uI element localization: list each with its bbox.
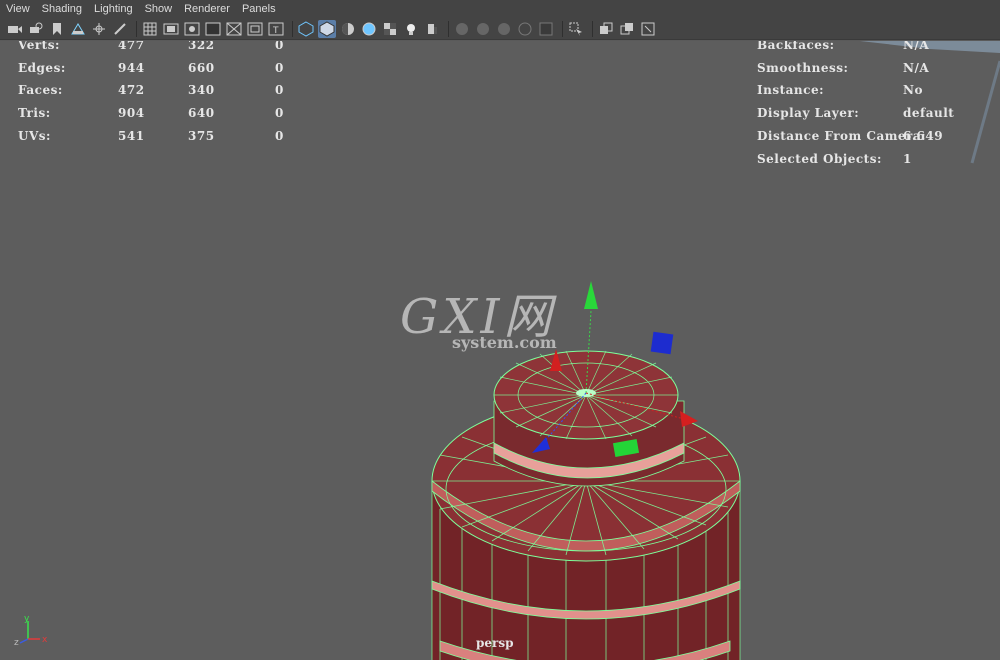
menu-show[interactable]: Show [139, 0, 179, 18]
axis-z-label: z [14, 638, 19, 647]
hud-label: Backfaces: [757, 41, 835, 52]
xray-joints-icon[interactable] [567, 20, 585, 38]
resolution-gate-icon[interactable] [183, 20, 201, 38]
axis-y-label: y [24, 614, 30, 624]
hud-label: Distance From Camera: [757, 129, 927, 143]
perspective-viewport[interactable]: Verts: 477 322 0 Edges: 944 660 0 Faces:… [0, 41, 1000, 660]
motion-blur-icon[interactable] [474, 20, 492, 38]
hud-label: Edges: [18, 61, 66, 75]
hud-label: Faces: [18, 83, 63, 97]
hud-value: 541 [118, 129, 145, 143]
hud-value: N/A [903, 61, 930, 75]
hud-icon[interactable] [618, 20, 636, 38]
hud-value: 660 [188, 61, 215, 75]
hud-value: 375 [188, 129, 215, 143]
hud-label: Smoothness: [757, 61, 849, 75]
wireframe-icon[interactable] [297, 20, 315, 38]
pivot-icon[interactable] [90, 20, 108, 38]
camera-attributes-icon[interactable] [27, 20, 45, 38]
hud-value: 0 [275, 106, 284, 120]
menu-lighting[interactable]: Lighting [88, 0, 139, 18]
panel-menu-bar: View Shading Lighting Show Renderer Pane… [0, 0, 1000, 18]
hud-value: 472 [118, 83, 145, 97]
safe-action-icon[interactable] [246, 20, 264, 38]
toolbar-separator [292, 20, 293, 37]
brush-icon[interactable] [111, 20, 129, 38]
menu-panels[interactable]: Panels [236, 0, 282, 18]
wireframe-on-shaded-icon[interactable] [339, 20, 357, 38]
isolate-select-icon[interactable] [537, 20, 555, 38]
menu-view[interactable]: View [0, 0, 36, 18]
panel-toolbar: T [0, 18, 1000, 40]
hud-label: Verts: [18, 41, 60, 52]
menu-shading[interactable]: Shading [36, 0, 88, 18]
use-lights-icon[interactable] [402, 20, 420, 38]
hud-label: Display Layer: [757, 106, 860, 120]
hud-value: 0 [275, 61, 284, 75]
grid-icon[interactable] [141, 20, 159, 38]
bookmark-icon[interactable] [48, 20, 66, 38]
hud-label: Instance: [757, 83, 825, 97]
hud-value: 0 [275, 129, 284, 143]
film-gate-icon[interactable] [162, 20, 180, 38]
hud-value: 640 [188, 106, 215, 120]
camera-name-label: persp [476, 636, 514, 650]
toolbar-separator [136, 20, 137, 37]
hud-value: 904 [118, 106, 145, 120]
hud-value: 477 [118, 41, 145, 52]
hud-value: 0 [275, 41, 284, 52]
field-chart-icon[interactable] [225, 20, 243, 38]
menu-renderer[interactable]: Renderer [178, 0, 236, 18]
hud-label: UVs: [18, 129, 51, 143]
axis-x-label: x [42, 635, 48, 645]
maximize-icon[interactable] [639, 20, 657, 38]
xray-icon[interactable] [360, 20, 378, 38]
hud-label: Selected Objects: [757, 152, 882, 166]
hud-value: 6.649 [903, 129, 944, 143]
view-axis-indicator: y x z [12, 613, 52, 651]
textured-icon[interactable] [381, 20, 399, 38]
shadows-icon[interactable] [423, 20, 441, 38]
hud-value: 322 [188, 41, 215, 52]
safe-title-icon[interactable]: T [267, 20, 285, 38]
toolbar-separator [562, 20, 563, 37]
hud-value: default [903, 106, 955, 120]
hud-value: N/A [903, 41, 930, 52]
two-sided-lighting-icon[interactable] [597, 20, 615, 38]
cylinder-mesh [431, 350, 741, 660]
depth-of-field-icon[interactable] [516, 20, 534, 38]
camera-icon[interactable] [6, 20, 24, 38]
site-watermark: GXI网 system.com [400, 291, 557, 352]
smooth-shade-icon[interactable] [318, 19, 336, 38]
gate-mask-icon[interactable] [204, 20, 222, 38]
watermark-domain: system.com [452, 333, 557, 352]
toolbar-separator [448, 20, 449, 37]
hud-value: 944 [118, 61, 145, 75]
hud-value: 0 [275, 83, 284, 97]
toolbar-separator [592, 20, 593, 37]
image-plane-icon[interactable] [69, 20, 87, 38]
hud-label: Tris: [18, 106, 51, 120]
svg-text:T: T [272, 26, 279, 36]
hud-value: No [903, 83, 923, 97]
ambient-occlusion-icon[interactable] [453, 20, 471, 38]
hud-value: 1 [903, 152, 912, 166]
antialias-icon[interactable] [495, 20, 513, 38]
hud-value: 340 [188, 83, 215, 97]
